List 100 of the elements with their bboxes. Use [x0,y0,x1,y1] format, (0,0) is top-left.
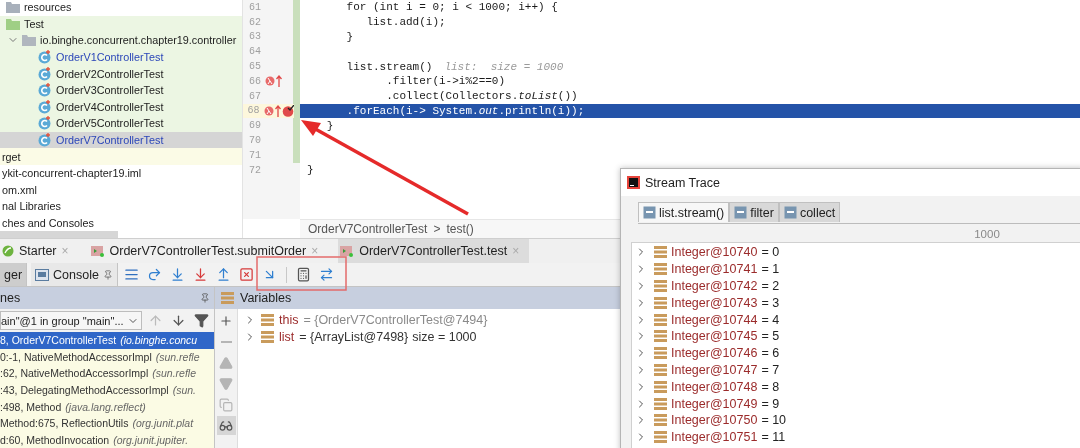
line-number: 68 [246,105,260,117]
variable-value: = {OrderV7ControllerTest@7494} [303,312,488,327]
tree-item[interactable]: rget [0,148,242,165]
field-icon [654,280,667,292]
pin-icon [200,293,210,303]
stack-frame[interactable]: d:60, MethodInvocation (org.junit.jupiter. [0,431,214,448]
line-number: 67 [248,90,261,102]
scrollbar[interactable] [0,231,118,238]
line-number: 66 [248,75,261,87]
stream-tab[interactable]: collect [778,202,841,222]
console-icon [35,268,50,281]
line-number: 61 [248,1,261,13]
tree-item[interactable]: OrderV2ControllerTest [0,65,242,82]
element-name: Integer@10743 [671,295,758,310]
down-triangle-icon [219,376,233,391]
element-name: Integer@10749 [671,396,758,411]
field-icon [654,414,667,427]
field-icon [654,347,667,360]
element-value: = 8 [761,379,780,394]
field-icon [654,363,667,376]
breadcrumb-item[interactable]: OrderV7ControllerTest [308,222,428,236]
element-count: 1000 [974,227,1000,240]
code-line: } [345,31,354,43]
step-over-icon [146,267,162,282]
test-icon [90,245,105,257]
lambda-breakpoint-icon[interactable] [265,76,275,87]
element-name: Integer@10746 [671,346,758,361]
element-name: Integer@10742 [671,279,758,293]
line-number: 64 [248,46,261,58]
stack-frame[interactable]: 8, OrderV7ControllerTest (io.binghe.concu [0,332,214,349]
field-icon [654,397,667,410]
panel-tab[interactable]: ger [0,263,28,286]
line-number: 71 [248,149,261,161]
element-value: = 2 [761,279,780,293]
field-icon [654,330,667,343]
element-name: Integer@10741 [671,262,758,277]
field-icon [221,292,234,304]
element-value: = 9 [761,396,780,411]
code-line: .collect(Collectors.toList()) [385,90,578,103]
test-icon [340,245,355,257]
line-number: 69 [248,120,261,132]
element-value: = 1 [761,262,780,277]
code-line: } [325,119,334,132]
drop-frame-icon [238,267,254,282]
line-number: 72 [248,164,261,176]
line-number: 70 [248,135,261,147]
thread-dropdown[interactable]: ain"@1 in group "main"... [0,311,142,330]
field-icon [654,296,667,309]
up-arrow-icon [276,75,282,88]
breadcrumb-item[interactable]: test() [446,222,474,236]
element-value: = 0 [761,245,780,260]
element-name: Integer@10747 [671,362,758,377]
tree-item[interactable]: io.binghe.concurrent.chapter19.controller [0,32,242,49]
line-number: 63 [248,31,261,43]
field-icon [261,330,274,343]
stream-tab[interactable]: filter [729,202,779,222]
add-icon [219,313,233,328]
lambda-breakpoint-icon[interactable] [263,105,274,116]
breakpoint-icon[interactable] [281,104,294,117]
code-line: .filter(i->i%2==0) [385,75,506,88]
trace-stream-icon [318,267,334,282]
tab-icon [643,206,656,219]
panel-tab[interactable]: Console [31,263,118,286]
variable-name: this [279,312,299,327]
field-icon [654,380,667,393]
stack-frame[interactable]: :62, NativeMethodAccessorImpl (sun.refle [0,365,214,382]
copy-icon [219,397,233,412]
element-value: = 11 [761,430,786,445]
up-arrow-icon [274,104,281,117]
element-value: = 7 [761,362,780,377]
element-value: = 4 [761,312,780,327]
class-icon [38,83,52,98]
app-logo-icon [627,176,640,189]
class-icon [38,133,52,148]
class-icon [38,66,52,81]
class-icon [38,99,52,114]
glasses-icon [219,418,233,433]
tab-icon [783,206,797,219]
stream-tab[interactable]: list.stream() [638,202,730,222]
session-tab[interactable]: OrderV7ControllerTest.submitOrder × [88,239,329,263]
element-name: Integer@10748 [671,379,758,394]
variable-value: = {ArrayList@7498} size = 1000 [299,329,477,344]
session-tab[interactable]: OrderV7ControllerTest.test × [338,239,530,263]
window-title: Stream Trace [645,175,721,190]
class-icon [38,116,52,131]
element-value: = 3 [761,295,780,310]
leaf-icon [2,245,14,257]
code-line: list.add(i); [365,16,446,29]
element-name: Integer@10751 [671,430,758,445]
tree-item[interactable]: OrderV5ControllerTest [0,115,242,132]
inline-hint: list: size = 1000 [444,60,564,73]
field-icon [654,263,667,276]
line-number: 62 [248,16,261,28]
stack-frame[interactable]: :498, Method (java.lang.reflect) [0,398,214,415]
session-tab[interactable]: Starter × [0,239,79,263]
down-arrow-icon [170,313,186,328]
field-icon [654,246,667,259]
up-triangle-icon [219,355,233,370]
element-value: = 10 [761,413,787,428]
breadcrumb-separator: > [433,222,441,236]
